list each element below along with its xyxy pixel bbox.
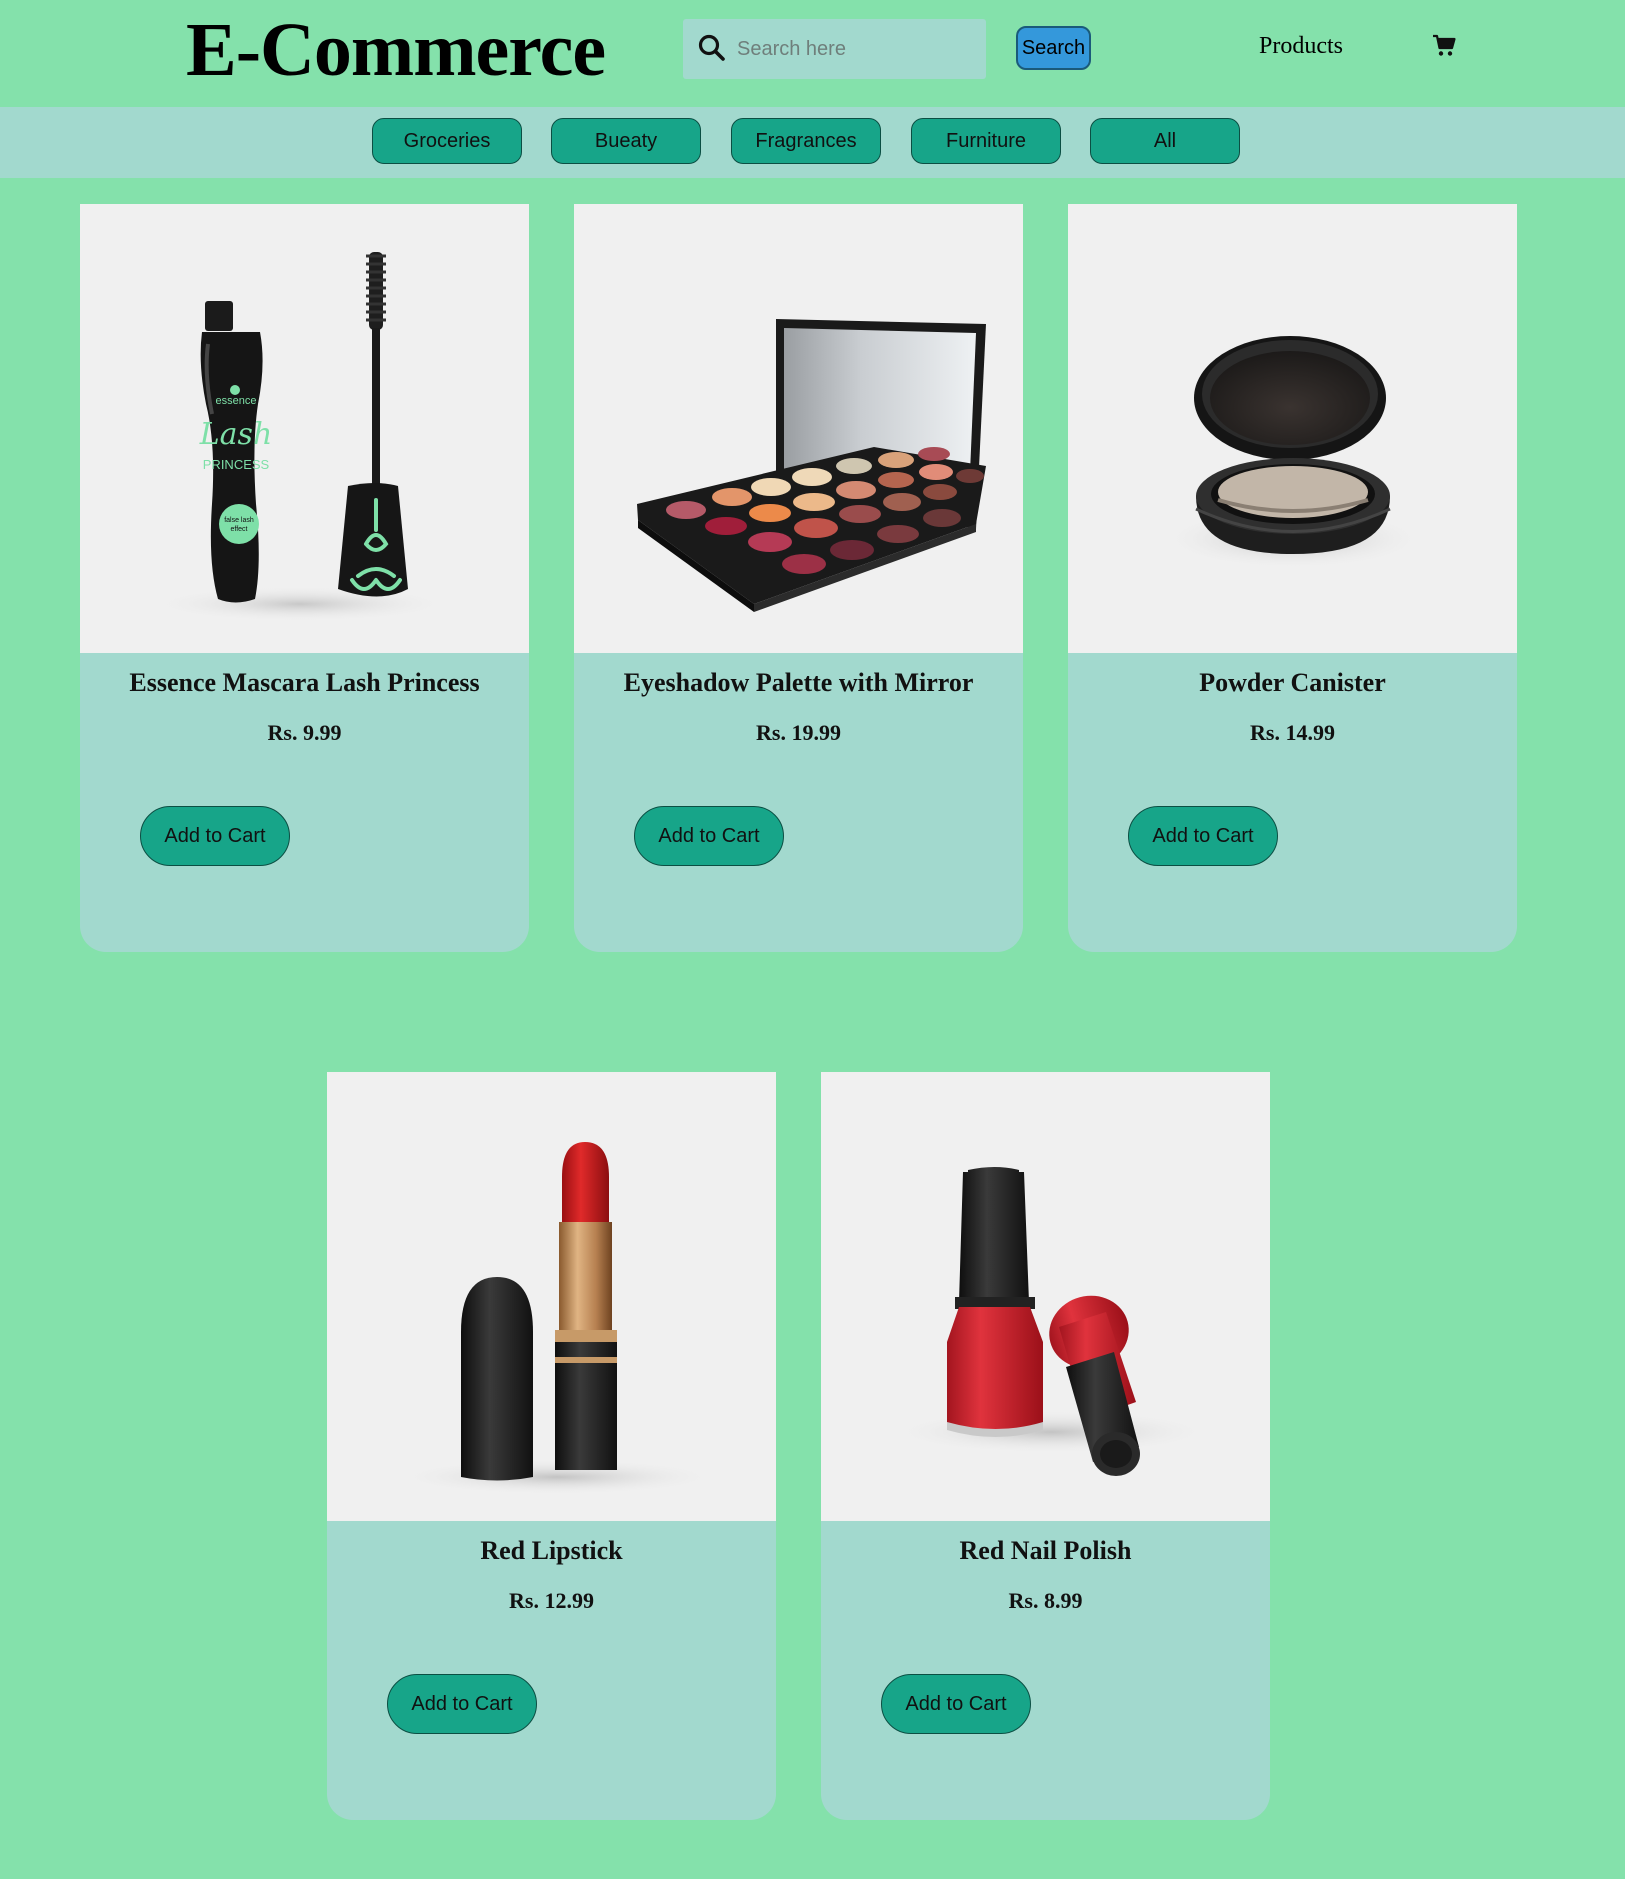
product-image[interactable]	[1068, 204, 1517, 653]
product-card: Powder Canister Rs. 14.99 Add to Cart	[1068, 204, 1517, 952]
mascara-image: essence Lash PRINCESS false lash effect	[150, 252, 450, 622]
svg-text:essence: essence	[216, 395, 257, 407]
category-button-all[interactable]: All	[1090, 118, 1240, 164]
search-icon	[698, 34, 725, 61]
product-price: Rs. 19.99	[756, 720, 841, 745]
nav-products-link[interactable]: Products	[1259, 33, 1343, 60]
svg-text:Lash: Lash	[199, 417, 273, 452]
product-card: essence Lash PRINCESS false lash effect …	[80, 204, 529, 952]
category-button-furniture[interactable]: Furniture	[911, 118, 1061, 164]
add-to-cart-button[interactable]: Add to Cart	[140, 806, 290, 866]
product-image[interactable]	[327, 1072, 776, 1521]
eyeshadow-palette-image	[637, 319, 986, 612]
product-title[interactable]: Powder Canister	[1068, 668, 1517, 698]
add-to-cart-button[interactable]: Add to Cart	[634, 806, 784, 866]
add-to-cart-button[interactable]: Add to Cart	[1128, 806, 1278, 866]
search-box	[683, 19, 986, 79]
category-bar: Groceries Bueaty Fragrances Furniture Al…	[0, 107, 1625, 178]
add-to-cart-button[interactable]: Add to Cart	[881, 1674, 1031, 1734]
site-logo[interactable]: E-Commerce	[186, 6, 606, 94]
product-title[interactable]: Red Lipstick	[327, 1536, 776, 1566]
header: E-Commerce Search Products	[0, 0, 1625, 106]
nail-polish-image	[891, 1167, 1211, 1476]
category-button-beauty[interactable]: Bueaty	[551, 118, 701, 164]
search-input[interactable]	[737, 19, 977, 79]
product-price: Rs. 9.99	[267, 720, 342, 745]
category-button-groceries[interactable]: Groceries	[372, 118, 522, 164]
powder-compact-image	[1163, 336, 1423, 569]
shopping-cart-icon[interactable]	[1432, 34, 1456, 58]
product-card: Red Nail Polish Rs. 8.99 Add to Cart	[821, 1072, 1270, 1820]
category-button-fragrances[interactable]: Fragrances	[731, 118, 881, 164]
lipstick-image	[397, 1142, 717, 1495]
svg-text:PRINCESS: PRINCESS	[203, 457, 270, 472]
product-image[interactable]: essence Lash PRINCESS false lash effect	[80, 204, 529, 653]
product-price: Rs. 8.99	[1008, 1588, 1083, 1613]
product-title[interactable]: Eyeshadow Palette with Mirror	[574, 668, 1023, 698]
product-card: Red Lipstick Rs. 12.99 Add to Cart	[327, 1072, 776, 1820]
product-card: Eyeshadow Palette with Mirror Rs. 19.99 …	[574, 204, 1023, 952]
product-title[interactable]: Essence Mascara Lash Princess	[80, 668, 529, 698]
search-button[interactable]: Search	[1016, 26, 1091, 70]
svg-text:false lash: false lash	[224, 517, 254, 524]
product-price: Rs. 14.99	[1250, 720, 1335, 745]
product-image[interactable]	[821, 1072, 1270, 1521]
product-price: Rs. 12.99	[509, 1588, 594, 1613]
svg-text:effect: effect	[231, 526, 248, 533]
add-to-cart-button[interactable]: Add to Cart	[387, 1674, 537, 1734]
product-image[interactable]	[574, 204, 1023, 653]
product-title[interactable]: Red Nail Polish	[821, 1536, 1270, 1566]
